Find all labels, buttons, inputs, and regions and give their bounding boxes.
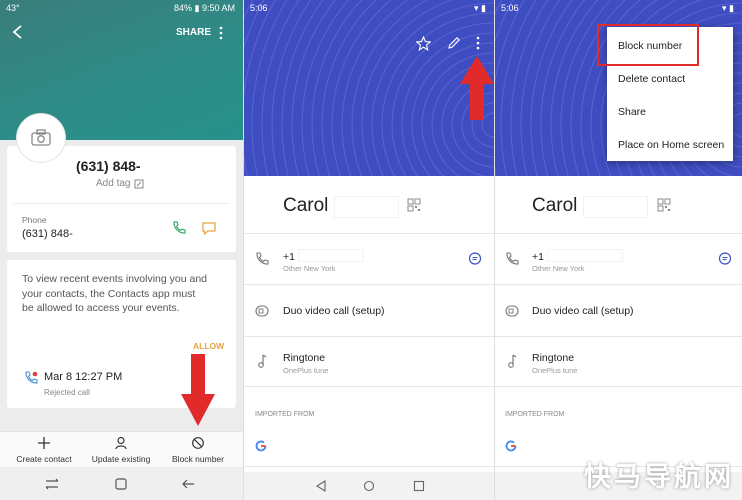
- divider: [495, 233, 742, 234]
- oneplus-contact-menu-panel: 5:06 ▾ ▮ Block number Delete contact Sha…: [494, 0, 742, 500]
- phone-location: Other New York: [532, 264, 585, 273]
- more-options-icon[interactable]: [217, 25, 225, 41]
- rejected-call-icon: [25, 371, 38, 384]
- divider: [495, 284, 742, 285]
- qr-code-icon[interactable]: [407, 198, 421, 212]
- update-existing-button[interactable]: Update existing: [88, 454, 154, 464]
- google-icon: [505, 440, 517, 452]
- block-icon[interactable]: [191, 436, 205, 450]
- person-icon[interactable]: [114, 436, 128, 450]
- back-arrow-icon[interactable]: [10, 24, 26, 40]
- contact-banner: [244, 0, 494, 176]
- phone-field-label: Phone: [22, 215, 47, 225]
- status-icons: ▾ ▮: [722, 3, 734, 13]
- status-battery-time: 84% ▮ 9:50 AM: [174, 3, 235, 13]
- status-icons: ▾ ▮: [474, 3, 486, 13]
- duo-video-call-item[interactable]: Duo video call (setup): [532, 305, 634, 317]
- contact-name: Carol: [532, 195, 578, 216]
- share-button[interactable]: SHARE: [176, 27, 211, 38]
- status-bar: 5:06 ▾ ▮: [495, 0, 742, 16]
- home-button-icon[interactable]: [363, 480, 375, 492]
- status-time: 5:06: [501, 3, 519, 13]
- home-button-icon[interactable]: [114, 477, 128, 491]
- message-icon[interactable]: [718, 252, 732, 266]
- highlight-box-annotation: [597, 24, 699, 66]
- add-tag-label[interactable]: Add tag: [96, 178, 130, 189]
- divider: [244, 386, 494, 387]
- ringtone-value: OnePlus tune: [283, 366, 329, 375]
- redacted-name-mask: [334, 196, 399, 218]
- duo-video-call-item[interactable]: Duo video call (setup): [283, 305, 385, 317]
- back-button-icon[interactable]: [315, 480, 327, 492]
- divider: [244, 466, 494, 467]
- message-icon[interactable]: [201, 221, 217, 236]
- edit-icon[interactable]: [447, 36, 461, 50]
- imported-from-label: IMPORTED FROM: [505, 411, 565, 418]
- menu-item-delete-contact[interactable]: Delete contact: [618, 73, 685, 85]
- plus-icon[interactable]: [37, 436, 51, 450]
- redacted-number-mask: [78, 227, 110, 245]
- redacted-number-mask: [547, 249, 623, 262]
- phone-field-value[interactable]: (631) 848-: [22, 228, 73, 240]
- samsung-contact-panel: 43° 84% ▮ 9:50 AM SHARE (631) 848- Add t…: [0, 0, 243, 500]
- duo-video-icon: [255, 305, 269, 317]
- back-button-icon[interactable]: [180, 477, 196, 491]
- phone-icon: [256, 252, 269, 265]
- contact-name: Carol: [283, 195, 329, 216]
- duo-video-icon: [505, 305, 519, 317]
- redacted-number-mask: [142, 158, 200, 176]
- ringtone-label[interactable]: Ringtone: [283, 352, 325, 364]
- block-number-button[interactable]: Block number: [166, 454, 230, 464]
- phone-icon: [506, 252, 519, 265]
- edit-tag-icon[interactable]: [134, 179, 144, 189]
- music-note-icon: [258, 354, 267, 368]
- more-options-icon[interactable]: [475, 36, 481, 50]
- ringtone-value: OnePlus tune: [532, 366, 578, 375]
- redacted-name-mask: [583, 196, 648, 218]
- divider: [495, 336, 742, 337]
- red-arrow-annotation: [181, 354, 215, 426]
- google-icon: [255, 440, 267, 452]
- menu-item-share[interactable]: Share: [618, 106, 646, 118]
- star-icon[interactable]: [416, 36, 431, 51]
- call-icon[interactable]: [171, 220, 187, 236]
- watermark-text: 快马导航网: [584, 462, 734, 493]
- wave-pattern: [244, 0, 494, 176]
- contact-title-number: (631) 848-: [76, 158, 141, 174]
- music-note-icon: [508, 354, 517, 368]
- camera-icon[interactable]: [31, 129, 51, 146]
- oneplus-contact-panel: 5:06 ▾ ▮ Carol +1 Other New York Duo vid…: [243, 0, 494, 500]
- divider: [244, 233, 494, 234]
- status-temperature: 43°: [6, 3, 20, 13]
- message-icon[interactable]: [468, 252, 482, 266]
- recent-apps-icon[interactable]: [413, 480, 425, 492]
- call-datetime: Mar 8 12:27 PM: [44, 371, 123, 383]
- qr-code-icon[interactable]: [657, 198, 671, 212]
- imported-from-label: IMPORTED FROM: [255, 411, 315, 418]
- red-arrow-annotation: [460, 56, 494, 120]
- recent-events-message: To view recent events involving you and …: [22, 273, 208, 314]
- redacted-number-mask: [298, 249, 364, 262]
- phone-location: Other New York: [283, 264, 336, 273]
- divider: [495, 386, 742, 387]
- menu-item-place-on-home-screen[interactable]: Place on Home screen: [618, 139, 724, 151]
- status-bar: 43° 84% ▮ 9:50 AM: [0, 0, 243, 16]
- status-time: 5:06: [250, 3, 268, 13]
- divider: [13, 203, 230, 204]
- status-bar: 5:06 ▾ ▮: [244, 0, 494, 16]
- allow-button[interactable]: ALLOW: [193, 341, 224, 351]
- phone-number[interactable]: +1: [532, 251, 544, 263]
- divider: [244, 284, 494, 285]
- create-contact-button[interactable]: Create contact: [14, 454, 74, 464]
- divider: [244, 336, 494, 337]
- call-status: Rejected call: [44, 388, 90, 397]
- recent-apps-icon[interactable]: [44, 477, 60, 491]
- ringtone-label[interactable]: Ringtone: [532, 352, 574, 364]
- phone-number[interactable]: +1: [283, 251, 295, 263]
